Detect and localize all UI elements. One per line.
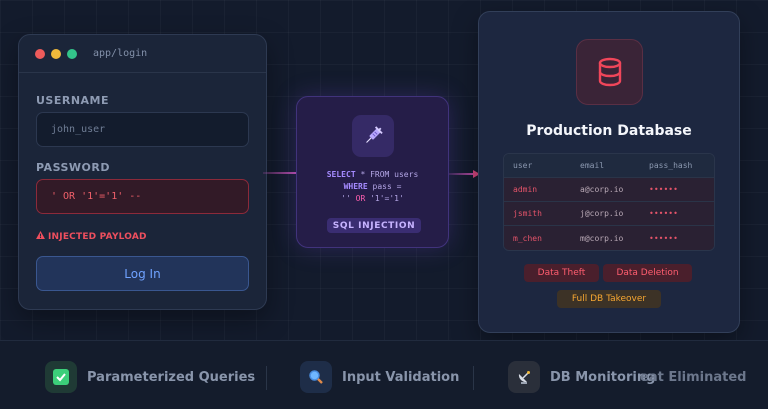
column-header: user (513, 161, 533, 170)
sql-text: '1'='1' (365, 194, 404, 203)
sql-injection-badge: SQL INJECTION (327, 218, 421, 233)
sql-injected-keyword: OR (355, 194, 366, 203)
sql-keyword: WHERE (343, 182, 368, 191)
password-input[interactable]: ' OR '1'='1' -- (36, 179, 249, 214)
mitigations-bar: Parameterized Queries Input Validation D… (0, 340, 768, 409)
warning-text: INJECTED PAYLOAD (48, 231, 147, 242)
database-title: Production Database (526, 123, 692, 139)
check-icon (45, 361, 77, 393)
feature-db-monitoring: DB Monitoring (508, 361, 655, 393)
sql-keyword: SELECT (326, 170, 356, 179)
injected-payload-warning: INJECTED PAYLOAD (36, 231, 147, 242)
feature-parameterized-queries: Parameterized Queries (45, 361, 255, 393)
full-db-takeover-tag: Full DB Takeover (557, 290, 661, 308)
column-header: email (580, 161, 605, 170)
data-deletion-tag: Data Deletion (603, 264, 692, 282)
cell-pass-hash: •••••• (649, 233, 678, 243)
close-window-dot[interactable] (35, 48, 45, 59)
arrow-to-database (449, 173, 473, 175)
window-titlebar: app/login (19, 35, 266, 73)
table-row: m_chen m@corp.io •••••• (504, 226, 714, 250)
table-row: jsmith j@corp.io •••••• (504, 202, 714, 226)
satellite-dish-icon (508, 361, 540, 393)
production-database-card: Production Database user email pass_hash… (478, 11, 740, 333)
table-row: admin a@corp.io •••••• (504, 178, 714, 202)
database-icon (576, 39, 643, 105)
maximize-window-dot[interactable] (67, 48, 77, 59)
cell-user: admin (513, 185, 538, 194)
feature-input-validation: Input Validation (300, 361, 459, 393)
divider (266, 366, 267, 390)
username-label: USERNAME (36, 94, 110, 107)
divider (473, 366, 474, 390)
sql-text: * FROM users (355, 170, 419, 179)
feature-label: Input Validation (342, 369, 460, 385)
cell-pass-hash: •••••• (649, 185, 678, 194)
table-header: user email pass_hash (504, 154, 714, 178)
sql-injection-card: SELECT * FROM users WHERE pass = '' OR '… (296, 96, 449, 248)
login-window: app/login USERNAME john_user PASSWORD ' … (18, 34, 267, 310)
threat-eliminated-label: eat Eliminated (640, 370, 747, 385)
minimize-window-dot[interactable] (51, 48, 61, 59)
warning-icon (36, 231, 45, 242)
window-title: app/login (93, 48, 148, 59)
syringe-icon (352, 115, 394, 157)
column-header: pass_hash (649, 161, 693, 170)
cell-user: jsmith (513, 209, 542, 218)
cell-email: m@corp.io (580, 233, 624, 243)
users-table: user email pass_hash admin a@corp.io •••… (503, 153, 715, 251)
cell-pass-hash: •••••• (649, 209, 678, 218)
feature-label: Parameterized Queries (87, 369, 256, 385)
login-button[interactable]: Log In (36, 256, 249, 291)
data-theft-tag: Data Theft (524, 264, 599, 282)
password-label: PASSWORD (36, 161, 111, 174)
cell-email: j@corp.io (580, 209, 624, 218)
cell-email: a@corp.io (580, 185, 624, 194)
cell-user: m_chen (513, 233, 542, 243)
magnifier-icon (300, 361, 332, 393)
username-input[interactable]: john_user (36, 112, 249, 147)
arrow-to-injection (263, 172, 296, 174)
sql-query: SELECT * FROM users WHERE pass = '' OR '… (297, 169, 448, 205)
sql-text: '' (341, 194, 356, 203)
sql-text: pass = (367, 182, 402, 191)
